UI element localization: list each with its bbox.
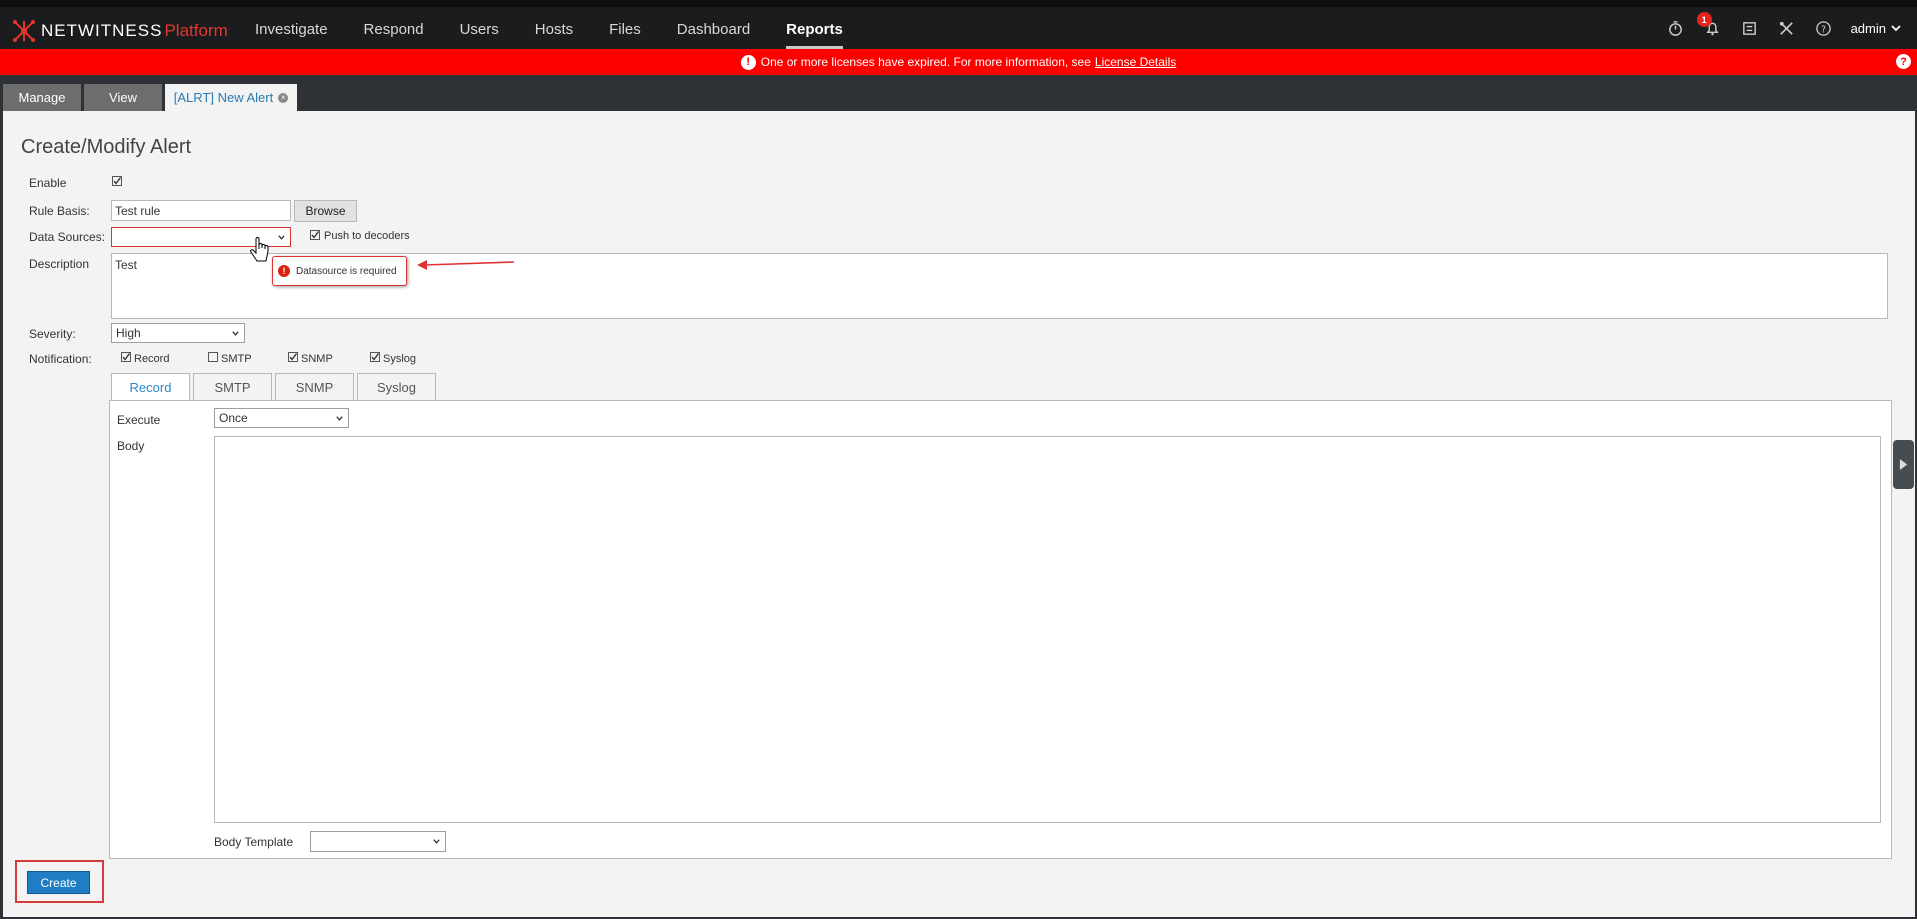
push-to-decoders-checkbox[interactable] bbox=[309, 229, 321, 241]
close-icon[interactable]: × bbox=[278, 92, 289, 103]
admin-tools-icon[interactable] bbox=[1778, 19, 1796, 37]
notification-count-badge: 1 bbox=[1696, 12, 1712, 27]
validation-error-text: Datasource is required bbox=[296, 265, 397, 277]
data-sources-label: Data Sources: bbox=[29, 230, 106, 244]
license-details-link[interactable]: License Details bbox=[1095, 55, 1176, 69]
hand-cursor-icon bbox=[250, 237, 269, 262]
execute-value: Once bbox=[219, 411, 248, 425]
netwitness-logo[interactable]: NETWITNESS Platform bbox=[12, 19, 228, 43]
chevron-down-icon bbox=[278, 235, 285, 240]
alert-form-panel: Create/Modify Alert Enable Rule Basis: T… bbox=[3, 111, 1915, 917]
tab-syslog[interactable]: Syslog bbox=[357, 373, 436, 400]
description-label: Description bbox=[29, 257, 90, 271]
nav-icon-group: 1 ? admin bbox=[1648, 7, 1902, 49]
record-checkbox-label: Record bbox=[134, 353, 170, 365]
rule-basis-input[interactable]: Test rule bbox=[111, 200, 291, 221]
chevron-down-icon bbox=[336, 416, 343, 421]
tab-snmp[interactable]: SNMP bbox=[275, 373, 354, 400]
enable-label: Enable bbox=[29, 176, 67, 190]
nav-files[interactable]: Files bbox=[609, 7, 641, 49]
user-menu[interactable]: admin bbox=[1851, 21, 1902, 36]
top-navigation-bar: NETWITNESS Platform Investigate Respond … bbox=[0, 0, 1917, 49]
push-to-decoders-label: Push to decoders bbox=[324, 230, 410, 242]
browse-button[interactable]: Browse bbox=[294, 200, 357, 222]
syslog-checkbox[interactable] bbox=[369, 351, 381, 363]
syslog-checkbox-label: Syslog bbox=[383, 353, 417, 365]
side-panel-toggle[interactable] bbox=[1893, 440, 1914, 489]
nav-investigate[interactable]: Investigate bbox=[255, 7, 328, 49]
brand-suffix: Platform bbox=[164, 21, 228, 40]
chevron-right-icon bbox=[1899, 459, 1908, 470]
create-button-highlight: Create bbox=[15, 860, 104, 903]
snmp-checkbox[interactable] bbox=[287, 351, 299, 363]
preferences-icon[interactable] bbox=[1741, 19, 1759, 37]
rule-basis-label: Rule Basis: bbox=[29, 204, 90, 218]
body-label: Body bbox=[117, 439, 145, 453]
help-icon[interactable]: ? bbox=[1815, 19, 1833, 37]
severity-value: High bbox=[116, 326, 141, 340]
banner-help-icon[interactable]: ? bbox=[1896, 54, 1911, 69]
datasource-required-tooltip: ! Datasource is required bbox=[272, 256, 407, 286]
enable-checkbox[interactable] bbox=[111, 175, 123, 187]
chevron-down-icon bbox=[1891, 25, 1901, 32]
page-title: Create/Modify Alert bbox=[21, 136, 192, 158]
create-button[interactable]: Create bbox=[27, 871, 90, 894]
annotation-arrow-icon bbox=[417, 260, 515, 270]
tab-new-alert[interactable]: [ALRT] New Alert × bbox=[165, 84, 297, 111]
warning-icon: ! bbox=[740, 54, 756, 70]
snmp-checkbox-label: SNMP bbox=[301, 353, 333, 365]
tab-record[interactable]: Record bbox=[111, 373, 190, 401]
license-expired-banner: ! One or more licenses have expired. For… bbox=[0, 49, 1917, 75]
body-template-label: Body Template bbox=[214, 835, 294, 849]
nav-hosts[interactable]: Hosts bbox=[535, 7, 573, 49]
bell-icon[interactable]: 1 bbox=[1696, 12, 1722, 37]
error-icon: ! bbox=[278, 265, 290, 277]
record-checkbox[interactable] bbox=[120, 351, 132, 363]
record-tab-panel: Execute Once Body Body Template bbox=[109, 400, 1892, 859]
brand-name: NETWITNESS bbox=[41, 21, 163, 40]
smtp-checkbox-label: SMTP bbox=[221, 353, 252, 365]
execute-label: Execute bbox=[117, 413, 161, 427]
main-nav: Investigate Respond Users Hosts Files Da… bbox=[255, 7, 879, 49]
notification-label: Notification: bbox=[29, 352, 92, 366]
severity-label: Severity: bbox=[29, 327, 76, 341]
nav-reports[interactable]: Reports bbox=[786, 7, 843, 49]
stopwatch-icon[interactable] bbox=[1667, 19, 1685, 37]
tab-smtp[interactable]: SMTP bbox=[193, 373, 272, 400]
tab-new-alert-label: [ALRT] New Alert bbox=[173, 90, 274, 105]
netwitness-logo-icon bbox=[13, 20, 35, 42]
chevron-down-icon bbox=[232, 331, 239, 336]
tab-view[interactable]: View bbox=[84, 84, 162, 111]
body-textarea[interactable] bbox=[214, 436, 1881, 823]
chevron-down-icon bbox=[433, 839, 440, 844]
tab-strip: Manage View [ALRT] New Alert × bbox=[0, 75, 1917, 111]
nav-users[interactable]: Users bbox=[460, 7, 499, 49]
severity-select[interactable]: High bbox=[111, 323, 245, 343]
execute-select[interactable]: Once bbox=[214, 408, 349, 428]
body-template-select[interactable] bbox=[310, 831, 446, 852]
user-name: admin bbox=[1850, 20, 1886, 36]
banner-message: One or more licenses have expired. For m… bbox=[760, 55, 1091, 69]
tab-manage[interactable]: Manage bbox=[3, 84, 81, 111]
nav-dashboard[interactable]: Dashboard bbox=[677, 7, 750, 49]
nav-respond[interactable]: Respond bbox=[364, 7, 424, 49]
svg-text:?: ? bbox=[1821, 24, 1826, 35]
smtp-checkbox[interactable] bbox=[207, 351, 219, 363]
